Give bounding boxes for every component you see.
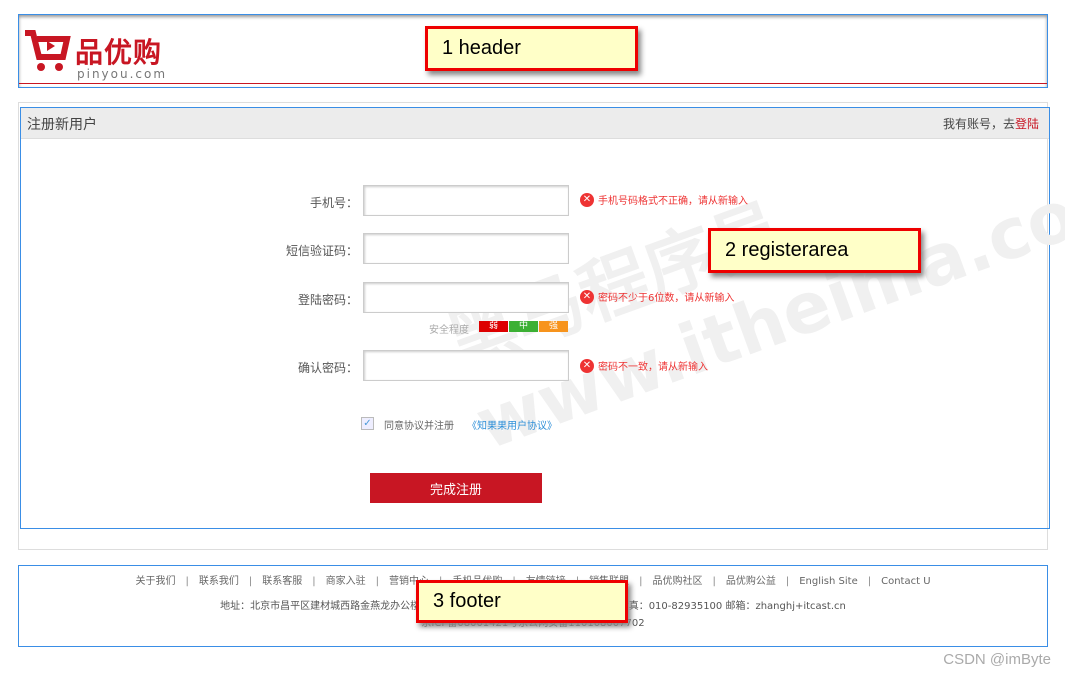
header-divider (19, 83, 1047, 84)
error-icon: ✕ (580, 358, 594, 373)
strength-medium: 中 (509, 321, 538, 332)
submit-register-button[interactable]: 完成注册 (370, 473, 542, 503)
logo-subtitle: pinyou.com (77, 67, 168, 81)
confirm-password-input[interactable] (363, 350, 569, 381)
strength-weak: 弱 (479, 321, 508, 332)
login-prompt: 我有账号，去登陆 (943, 115, 1039, 132)
confirm-password-label: 确认密码： (297, 361, 358, 375)
footer-callout: 3 footer (416, 580, 628, 623)
footer-link[interactable]: 关于我们 (135, 576, 175, 587)
footer-link[interactable]: 联系客服 (262, 576, 302, 587)
csdn-watermark: CSDN @imByte (943, 651, 1051, 668)
user-agreement-link[interactable]: 《知果果用户协议》 (467, 417, 557, 432)
footer-link[interactable]: 联系我们 (199, 576, 239, 587)
confirm-error-text: 密码不一致，请从新输入 (598, 362, 708, 373)
register-area: 黑马程序员 www.itheima.com 注册新用户 我有账号，去登陆 手机号… (20, 107, 1065, 529)
phone-error-text: 手机号码格式不正确，请从新输入 (598, 196, 748, 207)
strength-meter: 弱 中 强 (479, 321, 568, 332)
link-separator: | (185, 576, 189, 587)
login-link[interactable]: 登陆 (1015, 117, 1039, 131)
strength-label: 安全程度 (429, 325, 469, 336)
link-separator: | (312, 576, 316, 587)
link-separator: | (375, 576, 379, 587)
cart-icon (25, 30, 71, 71)
header-callout: 1 header (425, 26, 638, 71)
link-separator: | (712, 576, 716, 587)
password-label: 登陆密码： (297, 293, 358, 307)
phone-error: ✕ 手机号码格式不正确，请从新输入 (580, 192, 748, 207)
register-titlebar: 注册新用户 我有账号，去登陆 (21, 108, 1049, 139)
footer-link[interactable]: English Site (799, 576, 858, 587)
footer-link[interactable]: 商家入驻 (326, 576, 366, 587)
footer-link[interactable]: 品优购社区 (652, 576, 702, 587)
sms-code-input[interactable] (363, 233, 569, 264)
login-prompt-text: 我有账号，去 (942, 117, 1015, 131)
footer-link[interactable]: 品优购公益 (726, 576, 776, 587)
strength-strong: 强 (539, 321, 568, 332)
confirm-password-error: ✕ 密码不一致，请从新输入 (580, 358, 708, 373)
password-error-text: 密码不少于6位数，请从新输入 (598, 293, 735, 304)
link-separator: | (639, 576, 643, 587)
link-separator: | (785, 576, 790, 587)
agree-label: 同意协议并注册 (384, 421, 454, 432)
password-error: ✕ 密码不少于6位数，请从新输入 (580, 289, 734, 304)
error-icon: ✕ (580, 289, 594, 304)
phone-label: 手机号： (309, 196, 358, 210)
logo-text: 品优购 (75, 36, 163, 69)
footer-link[interactable]: Contact U (881, 576, 930, 587)
phone-input[interactable] (363, 185, 569, 216)
link-separator: | (248, 576, 253, 587)
error-icon: ✕ (580, 192, 594, 207)
sms-code-label: 短信验证码： (285, 244, 358, 258)
logo[interactable]: 品优购 pinyou.com (23, 25, 183, 81)
link-separator: | (867, 576, 872, 587)
register-callout: 2 registerarea (708, 228, 921, 273)
password-input[interactable] (363, 282, 569, 313)
register-title: 注册新用户 (27, 117, 97, 133)
agree-checkbox[interactable]: ✓ (361, 417, 374, 430)
